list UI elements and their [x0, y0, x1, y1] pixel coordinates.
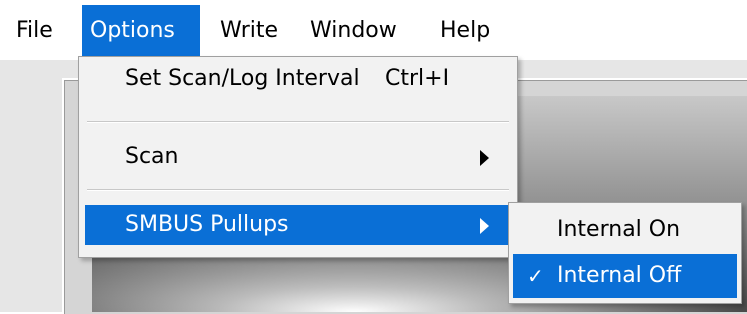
menu-item-label: Set Scan/Log Interval — [125, 66, 360, 91]
smbus-pullups-submenu: Internal On ✓ Internal Off — [508, 202, 742, 304]
submenu-item-label: Internal Off — [557, 263, 682, 288]
options-dropdown: Set Scan/Log Interval Ctrl+I Scan SMBUS … — [78, 56, 518, 258]
menu-item-set-scan-log-interval[interactable]: Set Scan/Log Interval Ctrl+I — [85, 59, 511, 99]
submenu-arrow-icon — [480, 150, 489, 166]
menu-window[interactable]: Window — [302, 5, 405, 56]
menu-help[interactable]: Help — [432, 5, 498, 56]
checkmark-icon: ✓ — [527, 264, 544, 288]
menu-bar: File Options Write Window Help — [0, 0, 747, 61]
menu-item-smbus-pullups[interactable]: SMBUS Pullups — [85, 205, 511, 245]
menu-file[interactable]: File — [8, 5, 61, 56]
submenu-item-label: Internal On — [557, 217, 681, 242]
menu-separator — [87, 121, 509, 123]
menu-item-label: SMBUS Pullups — [125, 212, 289, 237]
menu-item-scan[interactable]: Scan — [85, 137, 511, 177]
submenu-arrow-icon — [480, 218, 489, 234]
menu-separator — [87, 189, 509, 191]
submenu-item-internal-on[interactable]: Internal On — [513, 208, 737, 252]
menu-write[interactable]: Write — [212, 5, 286, 56]
menu-item-label: Scan — [125, 144, 179, 169]
submenu-item-internal-off[interactable]: ✓ Internal Off — [513, 254, 737, 298]
menu-options[interactable]: Options — [82, 5, 200, 56]
menu-item-shortcut: Ctrl+I — [385, 66, 450, 91]
